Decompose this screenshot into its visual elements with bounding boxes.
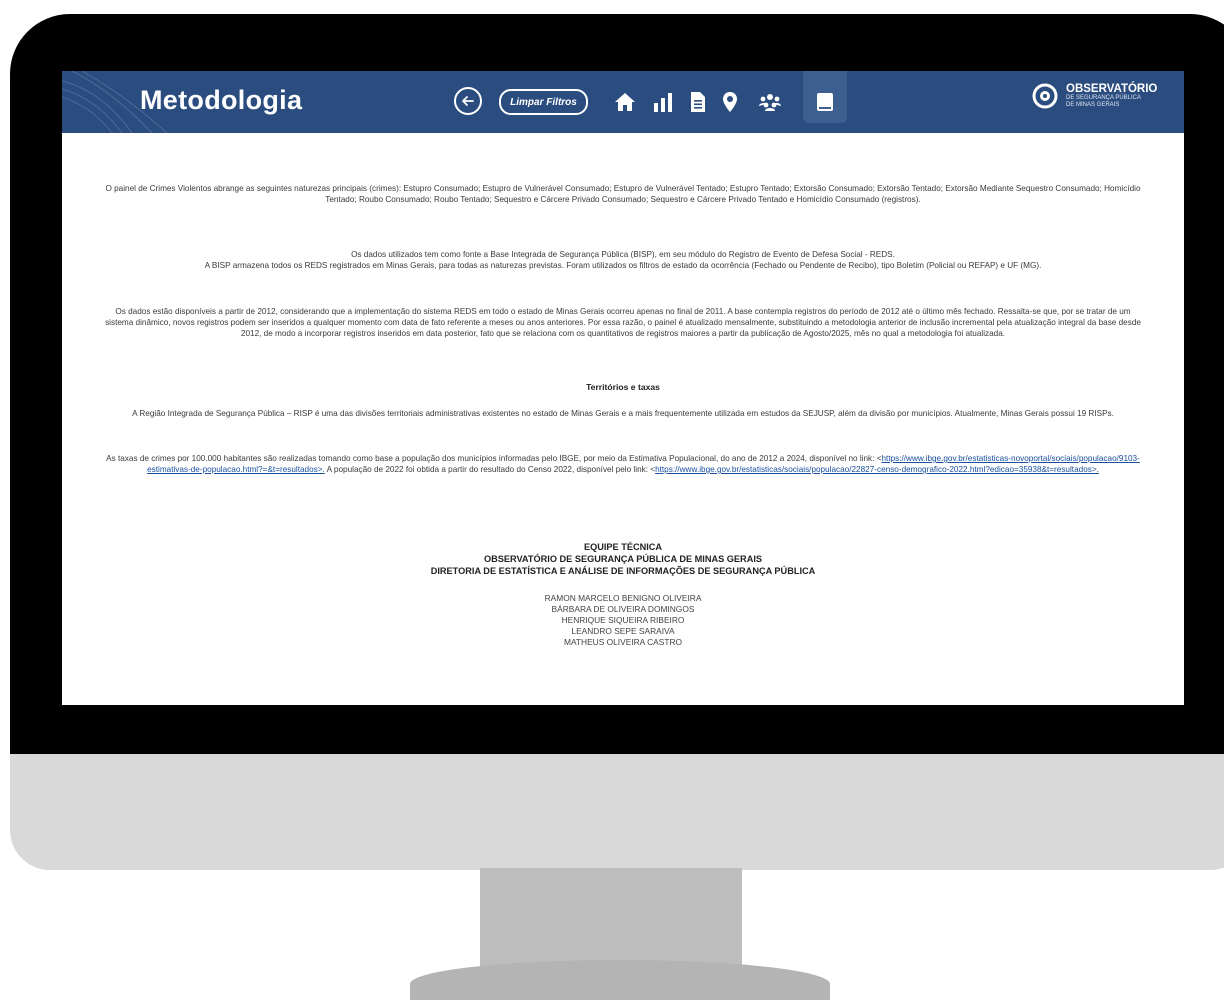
paragraph-rates: As taxas de crimes por 100.000 habitante… xyxy=(102,453,1144,475)
observatorio-logo-icon xyxy=(1032,83,1058,109)
methodology-content: O painel de Crimes Violentos abrange as … xyxy=(62,133,1184,705)
paragraph-crime-types: O painel de Crimes Violentos abrange as … xyxy=(105,184,1141,204)
team-organization: OBSERVATÓRIO DE SEGURANÇA PÚBLICA DE MIN… xyxy=(483,554,763,564)
clear-filters-button[interactable]: Limpar Filtros xyxy=(499,89,588,115)
team-member: MATHEUS OLIVEIRA CASTRO xyxy=(563,637,683,647)
team-member: RAMON MARCELO BENIGNO OLIVEIRA xyxy=(544,593,702,603)
group-icon[interactable] xyxy=(758,90,782,114)
team-member: LEANDRO SEPE SARAIVA xyxy=(571,626,675,636)
paragraph-risp: A Região Integrada de Segurança Pública … xyxy=(132,409,1114,418)
paragraph-availability: Os dados estão disponíveis a partir de 2… xyxy=(105,307,1141,338)
back-arrow-icon xyxy=(462,96,474,106)
team-title: EQUIPE TÉCNICA xyxy=(583,542,663,552)
section-heading: Territórios e taxas xyxy=(586,382,660,392)
monitor-stand-base xyxy=(410,960,830,1000)
back-button[interactable] xyxy=(454,87,482,115)
rates-text-start: As taxas de crimes por 100.000 habitante… xyxy=(106,454,882,463)
screen: Metodologia Limpar Filtros OBSERVATÓRIO … xyxy=(62,71,1184,705)
top-navigation-bar: Metodologia Limpar Filtros OBSERVATÓRIO … xyxy=(62,71,1184,133)
book-icon[interactable] xyxy=(813,90,837,114)
monitor-chin xyxy=(10,754,1224,870)
rates-text-mid: A população de 2022 foi obtida a partir … xyxy=(324,465,656,474)
logo-subtitle-line2: DE MINAS GERAIS xyxy=(1066,102,1120,108)
bar-chart-icon[interactable] xyxy=(651,90,675,114)
map-pin-icon[interactable] xyxy=(718,90,742,114)
paragraph-data-source: Os dados utilizados tem como fonte a Bas… xyxy=(351,250,895,259)
home-icon[interactable] xyxy=(613,90,637,114)
paragraph-bisp-filters: A BISP armazena todos os REDS registrado… xyxy=(204,261,1042,270)
logo-title: OBSERVATÓRIO xyxy=(1066,83,1158,95)
ibge-census-link[interactable]: https://www.ibge.gov.br/estatisticas/soc… xyxy=(655,465,1099,474)
document-icon[interactable] xyxy=(686,90,710,114)
team-department: DIRETORIA DE ESTATÍSTICA E ANÁLISE DE IN… xyxy=(430,566,816,576)
observatorio-logo: OBSERVATÓRIO DE SEGURANÇA PÚBLICA DE MIN… xyxy=(1032,83,1157,109)
page-title: Metodologia xyxy=(140,85,303,115)
team-member: HENRIQUE SIQUEIRA RIBEIRO xyxy=(561,615,685,625)
team-member: BÁRBARA DE OLIVEIRA DOMINGOS xyxy=(551,604,695,614)
logo-subtitle-line1: DE SEGURANÇA PÚBLICA xyxy=(1066,95,1142,101)
